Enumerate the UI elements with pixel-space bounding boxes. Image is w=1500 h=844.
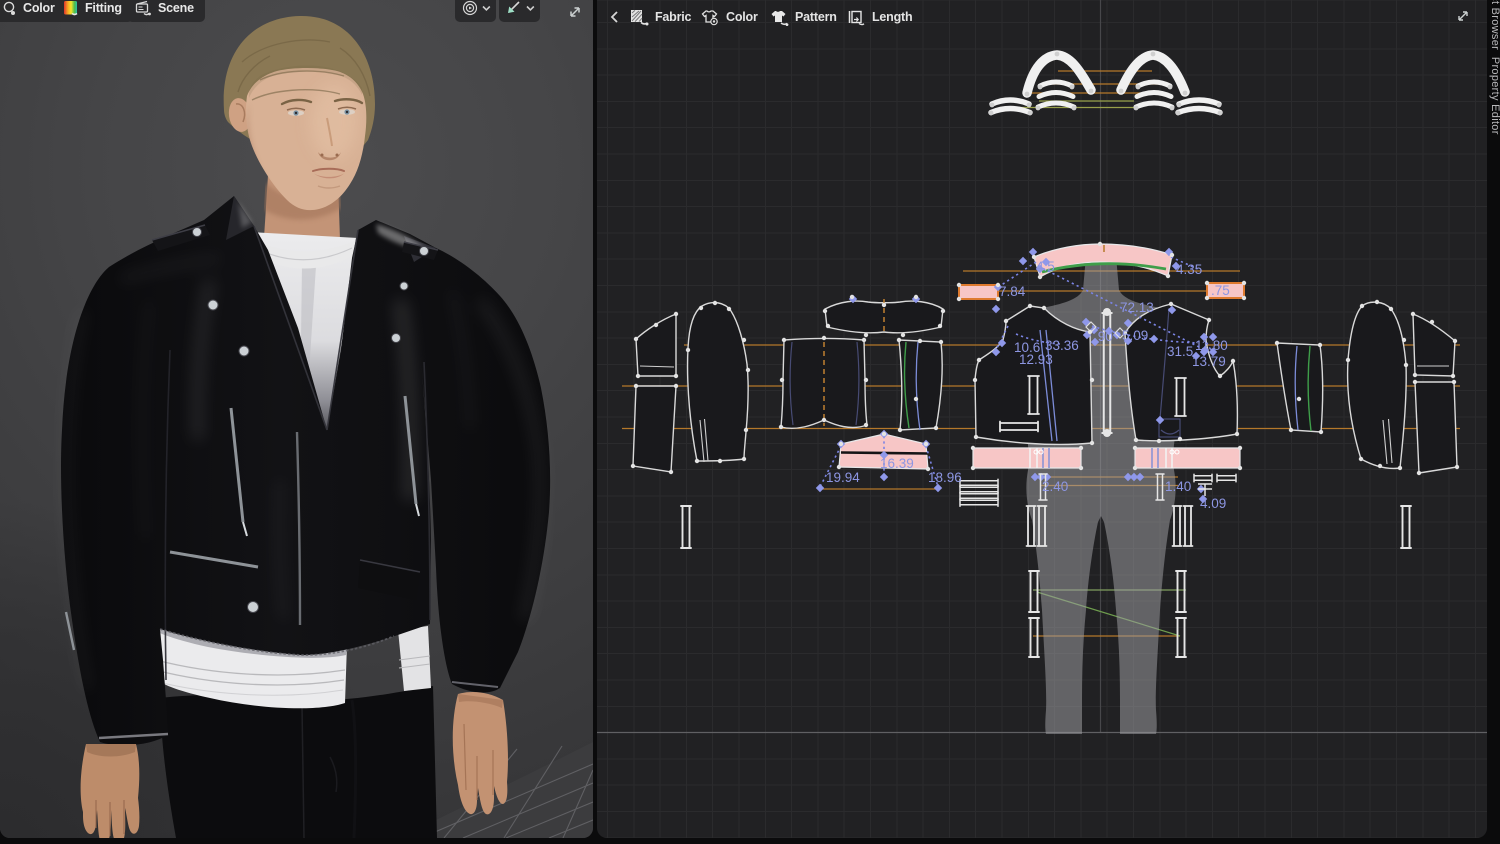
svg-text:19.94: 19.94 <box>826 470 860 485</box>
svg-text:.75: .75 <box>1211 283 1230 298</box>
svg-text:13.79: 13.79 <box>1192 354 1226 369</box>
svg-text:4.5: 4.5 <box>1036 259 1055 274</box>
svg-text:7.84: 7.84 <box>999 284 1026 299</box>
svg-text:1.40: 1.40 <box>1165 479 1191 494</box>
svg-text:31.5: 31.5 <box>1167 344 1193 359</box>
svg-text:33.36: 33.36 <box>1045 338 1079 353</box>
svg-text:11.80: 11.80 <box>1195 338 1228 353</box>
svg-text:16.39: 16.39 <box>880 456 914 471</box>
svg-text:12.93: 12.93 <box>1019 352 1053 367</box>
svg-text:72.13: 72.13 <box>1120 300 1154 315</box>
svg-text:.90: .90 <box>1094 329 1113 344</box>
svg-text:4.35: 4.35 <box>1176 262 1202 277</box>
svg-text:18.96: 18.96 <box>928 470 962 485</box>
svg-text:4.09: 4.09 <box>1200 496 1226 511</box>
svg-text:2.40: 2.40 <box>1042 479 1068 494</box>
svg-text:5.09: 5.09 <box>1122 328 1148 343</box>
